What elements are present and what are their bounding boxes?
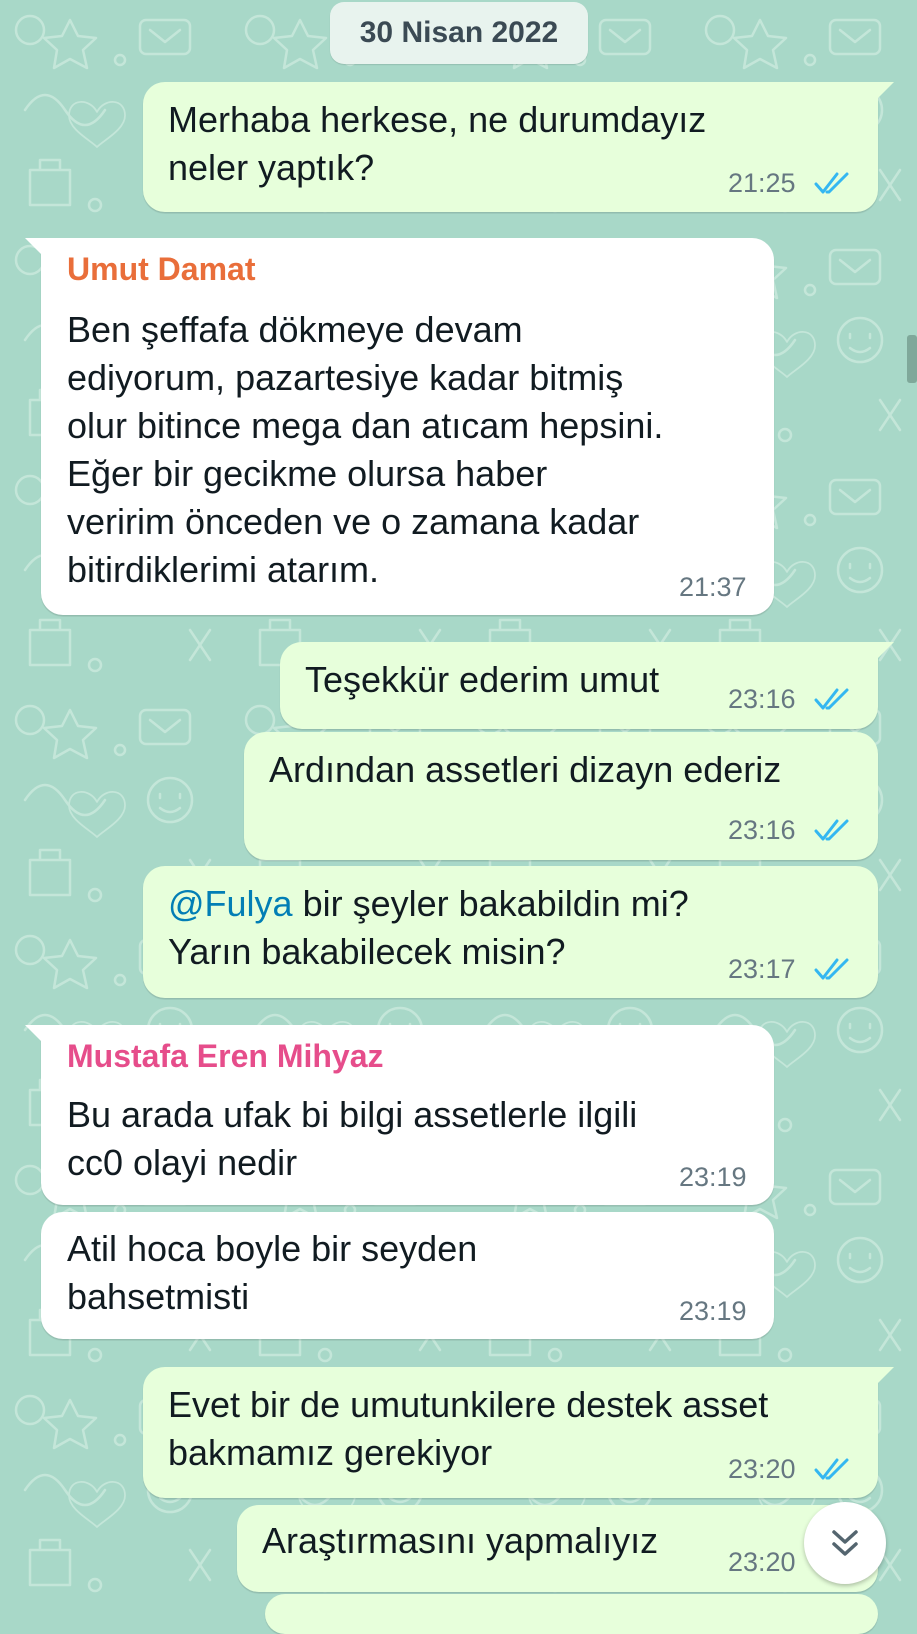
message-text: olur bitince mega dan atıcam hepsini. xyxy=(67,405,664,446)
message-time: 23:20 xyxy=(728,1547,796,1577)
message-text: Yarın bakabilecek misin? xyxy=(168,931,566,972)
outgoing-message[interactable]: Merhaba herkese, ne durumdayız neler yap… xyxy=(143,82,894,212)
sender-name[interactable]: Mustafa Eren Mihyaz xyxy=(67,1038,384,1075)
double-check-icon xyxy=(814,172,849,194)
date-separator: 30 Nisan 2022 xyxy=(330,2,588,64)
message-text: bitirdiklerimi atarım. xyxy=(67,549,380,590)
message-text: Eğer bir gecikme olursa haber xyxy=(67,453,548,494)
message-time: 23:20 xyxy=(728,1454,796,1484)
message-text: Teşekkür ederim umut xyxy=(305,659,660,700)
mention-link[interactable]: @Fulya xyxy=(168,883,293,924)
message-text: Bu arada ufak bi bilgi assetlerle ilgili xyxy=(67,1094,638,1135)
message-text: Evet bir de umutunkilere destek asset xyxy=(168,1384,769,1425)
outgoing-message[interactable] xyxy=(265,1594,878,1634)
double-check-icon xyxy=(814,1458,849,1480)
double-check-icon xyxy=(814,819,849,841)
message-time: 23:16 xyxy=(728,684,796,714)
scrollbar-thumb[interactable] xyxy=(907,335,917,383)
incoming-message[interactable]: Mustafa Eren Mihyaz Bu arada ufak bi bil… xyxy=(25,1025,774,1205)
message-text: bakmamız gerekiyor xyxy=(168,1432,493,1473)
outgoing-message[interactable]: Teşekkür ederim umut 23:16 xyxy=(280,642,894,729)
message-text: neler yaptık? xyxy=(168,147,375,188)
outgoing-message[interactable]: Ardından assetleri dizayn ederiz 23:16 xyxy=(244,732,878,860)
scroll-to-bottom-button[interactable] xyxy=(804,1502,886,1584)
double-check-icon xyxy=(814,958,849,980)
message-time: 23:19 xyxy=(679,1162,747,1192)
message-time: 21:25 xyxy=(728,168,796,198)
double-check-icon xyxy=(814,688,849,710)
message-text: Ben şeffafa dökmeye devam xyxy=(67,309,523,350)
message-text: Merhaba herkese, ne durumdayız xyxy=(168,99,707,140)
message-text-segment: bir şeyler bakabildin mi? xyxy=(292,883,689,924)
incoming-message[interactable]: Umut Damat Ben şeffafa dökmeye devam edi… xyxy=(25,238,774,615)
message-time: 21:37 xyxy=(679,572,747,602)
message-text: Araştırmasını yapmalıyız xyxy=(262,1520,659,1561)
double-chevron-down-icon xyxy=(832,1530,858,1556)
message-text: veririm önceden ve o zamana kadar xyxy=(67,501,640,542)
message-time: 23:17 xyxy=(728,954,796,984)
sender-name[interactable]: Umut Damat xyxy=(67,251,255,288)
outgoing-message[interactable]: Araştırmasını yapmalıyız 23:20 xyxy=(237,1505,878,1592)
message-text: ediyorum, pazartesiye kadar bitmiş xyxy=(67,357,624,398)
message-text: Atil hoca boyle bir seyden xyxy=(67,1228,478,1269)
message-time: 23:16 xyxy=(728,815,796,845)
incoming-message[interactable]: Atil hoca boyle bir seyden bahsetmisti 2… xyxy=(41,1212,774,1339)
outgoing-message[interactable]: @Fulya bir şeyler bakabildin mi? Yarın b… xyxy=(143,866,878,998)
message-text: bahsetmisti xyxy=(67,1276,250,1317)
message-text: @Fulya bir şeyler bakabildin mi? xyxy=(168,880,689,928)
outgoing-message[interactable]: Evet bir de umutunkilere destek asset ba… xyxy=(143,1367,894,1498)
message-time: 23:19 xyxy=(679,1296,747,1326)
message-text: Ardından assetleri dizayn ederiz xyxy=(269,749,782,790)
message-text: cc0 olayi nedir xyxy=(67,1142,298,1183)
